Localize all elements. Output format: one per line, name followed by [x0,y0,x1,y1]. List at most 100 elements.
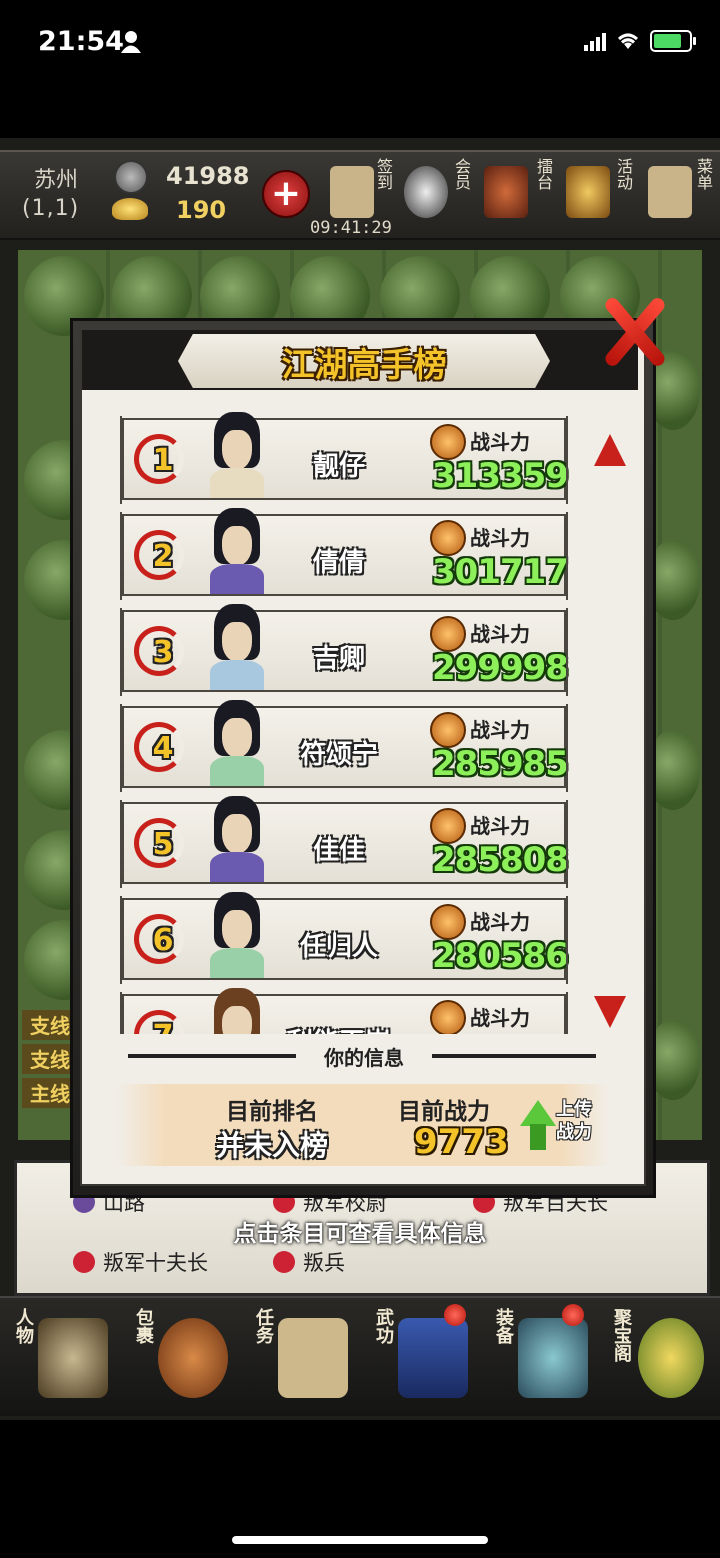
player-name: 吉卿 [312,644,365,674]
leaderboard-row[interactable]: 7 利能王崽 战斗力 [120,988,568,1034]
equipment-icon [518,1318,588,1398]
player-name: 符颂宁 [299,740,378,770]
shortcut-menu[interactable]: 菜单 [694,158,713,190]
nav-label: 武功 [373,1308,394,1344]
shortcut-vip[interactable]: 会员 [452,158,471,190]
power-label: 战斗力 [470,526,530,550]
rank-number: 5 [152,827,174,862]
gold-ingot-icon [112,198,148,220]
player-name: 佳佳 [312,836,365,866]
current-power-value: 9773 [414,1122,509,1162]
wifi-icon [618,33,638,49]
nav-treasure[interactable]: 聚宝阁 [611,1304,720,1408]
leaderboard-row[interactable]: 2 倩倩 战斗力 301717 [120,508,569,600]
scroll-icon[interactable] [330,166,374,218]
scroll-up-icon[interactable] [594,434,626,466]
notification-dot [444,1304,466,1326]
rank-number: 4 [152,731,174,766]
power-label: 战斗力 [470,814,530,838]
current-rank-label: 目前排名 [226,1099,318,1125]
rank-badge: 2 [134,530,184,580]
power-label: 战斗力 [470,1006,530,1030]
power-label: 战斗力 [470,430,530,454]
up-arrow-icon [520,1100,556,1126]
tiger-icon [430,712,466,748]
your-info-title: 你的信息 [324,1046,404,1070]
shortcut-sign-in[interactable]: 签到 [374,158,393,190]
upload-power-button[interactable]: 上传战力 [520,1094,604,1156]
power-label: 战斗力 [470,622,530,646]
nav-label: 装备 [493,1308,514,1344]
leaderboard-row[interactable]: 6 任归人 战斗力 280586 [120,892,569,984]
nav-martial[interactable]: 武功 [373,1304,484,1408]
location-name[interactable]: 苏州 [34,162,78,194]
task-item[interactable]: 叛兵 [273,1247,345,1277]
current-rank-value: 并未入榜 [216,1129,329,1162]
drum-icon[interactable] [484,166,528,218]
treasure-icon [638,1318,704,1398]
power-value: 285808 [432,840,569,880]
rank-badge: 1 [134,434,184,484]
tiger-icon [430,1000,466,1034]
power-value: 313359 [432,456,569,496]
battery-icon [650,30,696,52]
power-value: 301717 [432,552,569,592]
menu-scroll-icon[interactable] [648,166,692,218]
modal-title: 江湖高手榜 [281,345,447,384]
add-currency-button[interactable]: + [262,170,310,218]
task-icon [73,1251,95,1273]
player-name: 靓仔 [312,452,365,482]
player-name: 倩倩 [312,548,365,578]
power-value: 280586 [432,936,569,976]
leaderboard-row[interactable]: 5 佳佳 战斗力 285808 [120,796,569,888]
task-label: 叛兵 [303,1251,345,1275]
current-power-label: 目前战力 [398,1099,490,1125]
cellular-signal-icon [584,31,606,51]
status-indicators [584,30,696,52]
character-icon [38,1318,108,1398]
avatar [206,892,268,978]
rank-number: 1 [152,443,174,478]
player-name: 利能王崽 [284,1022,394,1034]
tiger-icon [430,424,466,460]
status-time: 21:54 [38,26,124,57]
rank-badge: 3 [134,626,184,676]
ingot-count: 190 [176,196,227,224]
rank-number: 3 [152,635,174,670]
shortcut-events[interactable]: 活动 [614,158,633,190]
nav-character[interactable]: 人物 [13,1304,124,1408]
close-button[interactable] [598,290,668,370]
power-label: 战斗力 [470,910,530,934]
rank-badge: 4 [134,722,184,772]
scroll-down-icon[interactable] [594,996,626,1028]
power-value: 285985 [432,744,569,784]
nav-label: 人物 [13,1308,34,1344]
avatar [206,796,268,882]
avatar [206,508,268,594]
leaderboard-list[interactable]: 1 靓仔 战斗力 313359 2 倩倩 战斗力 301717 3 吉卿 战斗力… [118,412,570,1034]
bag-icon [158,1318,228,1398]
shortcut-arena[interactable]: 擂台 [534,158,553,190]
rank-badge: 7 [134,1010,184,1034]
nav-quest[interactable]: 任务 [253,1304,364,1408]
coin-count: 41988 [166,162,250,190]
avatar [206,988,268,1034]
rank-badge: 6 [134,914,184,964]
nav-bag[interactable]: 包裹 [133,1304,244,1408]
leaderboard-row[interactable]: 1 靓仔 战斗力 313359 [120,412,569,504]
power-value: 299998 [432,648,569,688]
task-item[interactable]: 叛军十夫长 [73,1247,208,1277]
nav-label: 包裹 [133,1308,154,1344]
vip-badge-icon[interactable] [404,166,448,218]
nav-equipment[interactable]: 装备 [493,1304,604,1408]
leaderboard-row[interactable]: 3 吉卿 战斗力 299998 [120,604,569,696]
location-coords: (1,1) [22,196,80,221]
tiger-icon [430,904,466,940]
tiger-icon [430,520,466,556]
home-indicator[interactable] [232,1536,488,1544]
fan-icon[interactable] [566,166,610,218]
upload-power-label: 上传战力 [556,1099,592,1143]
avatar [206,604,268,690]
avatar [206,700,268,786]
leaderboard-row[interactable]: 4 符颂宁 战斗力 285985 [120,700,569,792]
